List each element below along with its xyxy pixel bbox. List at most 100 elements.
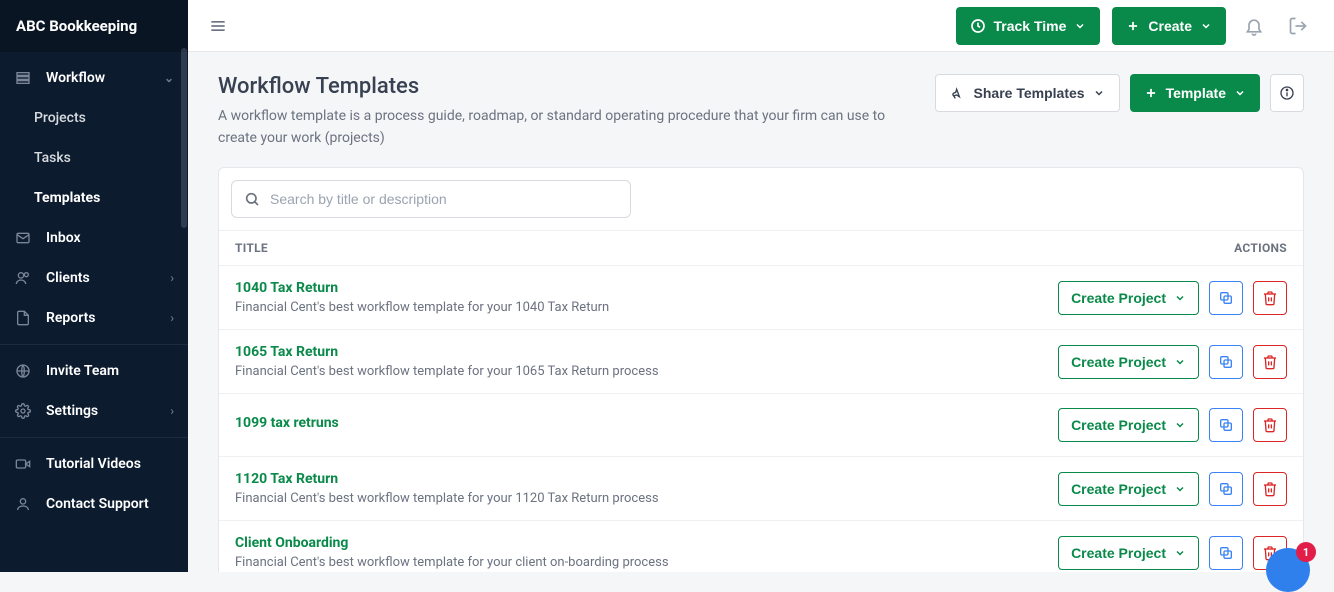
sidebar-item-projects[interactable]: Projects xyxy=(0,98,188,138)
template-description: Financial Cent's best workflow template … xyxy=(235,491,1058,506)
sidebar-label: Contact Support xyxy=(46,496,149,512)
button-label: Create Project xyxy=(1071,545,1166,561)
workflow-icon xyxy=(14,69,32,87)
delete-button[interactable] xyxy=(1253,345,1287,379)
template-button[interactable]: Template xyxy=(1130,74,1260,112)
template-description: Financial Cent's best workflow template … xyxy=(235,300,1058,315)
sidebar-item-workflow[interactable]: Workflow ⌄ xyxy=(0,58,188,98)
trash-icon xyxy=(1262,290,1278,306)
table-row: 1040 Tax Return Financial Cent's best wo… xyxy=(219,266,1303,330)
sidebar-item-templates[interactable]: Templates xyxy=(0,178,188,218)
button-label: Track Time xyxy=(994,18,1067,34)
delete-button[interactable] xyxy=(1253,472,1287,506)
chevron-down-icon xyxy=(1174,483,1186,495)
sidebar-item-clients[interactable]: Clients › xyxy=(0,258,188,298)
sidebar-label: Templates xyxy=(34,190,100,206)
sidebar-label: Tasks xyxy=(34,150,71,166)
page-description: A workflow template is a process guide, … xyxy=(218,105,915,149)
button-label: Create Project xyxy=(1071,290,1166,306)
page-title: Workflow Templates xyxy=(218,74,915,99)
sidebar-scrollbar[interactable] xyxy=(178,0,188,572)
template-description: Financial Cent's best workflow template … xyxy=(235,555,1058,570)
sidebar-label: Invite Team xyxy=(46,363,119,379)
copy-icon xyxy=(1218,545,1234,561)
chevron-right-icon: › xyxy=(170,271,174,285)
chevron-down-icon xyxy=(1234,87,1246,99)
template-title[interactable]: Client Onboarding xyxy=(235,535,1058,551)
button-label: Create Project xyxy=(1071,354,1166,370)
sidebar-label: Clients xyxy=(46,270,90,286)
template-title[interactable]: 1040 Tax Return xyxy=(235,280,1058,296)
button-label: Create Project xyxy=(1071,417,1166,433)
chevron-down-icon xyxy=(1200,20,1212,32)
sidebar-item-reports[interactable]: Reports › xyxy=(0,298,188,338)
column-actions-header: ACTIONS xyxy=(1047,241,1287,255)
chevron-down-icon xyxy=(1174,547,1186,559)
sidebar-item-tasks[interactable]: Tasks xyxy=(0,138,188,178)
create-project-button[interactable]: Create Project xyxy=(1058,408,1199,442)
globe-icon xyxy=(14,362,32,380)
create-project-button[interactable]: Create Project xyxy=(1058,472,1199,506)
copy-button[interactable] xyxy=(1209,472,1243,506)
info-button[interactable] xyxy=(1270,74,1304,112)
search-icon xyxy=(244,191,260,207)
table-row: 1099 tax retruns Create Project xyxy=(219,394,1303,457)
copy-button[interactable] xyxy=(1209,345,1243,379)
template-description: Financial Cent's best workflow template … xyxy=(235,364,1058,379)
sidebar-label: Settings xyxy=(46,403,98,419)
chevron-down-icon xyxy=(1174,419,1186,431)
template-title[interactable]: 1120 Tax Return xyxy=(235,471,1058,487)
copy-icon xyxy=(1218,354,1234,370)
notification-count: 1 xyxy=(1296,542,1316,562)
support-icon xyxy=(14,495,32,513)
search-box[interactable] xyxy=(231,180,631,218)
create-project-button[interactable]: Create Project xyxy=(1058,281,1199,315)
delete-button[interactable] xyxy=(1253,281,1287,315)
chevron-down-icon xyxy=(1174,356,1186,368)
share-templates-button[interactable]: Share Templates xyxy=(935,74,1120,112)
copy-icon xyxy=(1218,290,1234,306)
templates-panel: TITLE ACTIONS 1040 Tax Return Financial … xyxy=(218,167,1304,572)
sidebar-label: Projects xyxy=(34,110,86,126)
chevron-down-icon: ⌄ xyxy=(164,71,174,85)
copy-icon xyxy=(1218,417,1234,433)
gear-icon xyxy=(14,402,32,420)
sidebar-item-settings[interactable]: Settings › xyxy=(0,391,188,431)
plus-icon xyxy=(1126,19,1140,33)
chevron-down-icon xyxy=(1074,20,1086,32)
template-title[interactable]: 1099 tax retruns xyxy=(235,415,1058,431)
chevron-right-icon: › xyxy=(170,404,174,418)
sidebar-item-invite[interactable]: Invite Team xyxy=(0,351,188,391)
copy-button[interactable] xyxy=(1209,536,1243,570)
chevron-right-icon: › xyxy=(170,311,174,325)
logout-icon[interactable] xyxy=(1282,10,1314,42)
sidebar-label: Reports xyxy=(46,310,96,326)
track-time-button[interactable]: Track Time xyxy=(956,7,1101,45)
copy-button[interactable] xyxy=(1209,281,1243,315)
search-input[interactable] xyxy=(270,191,618,207)
chevron-down-icon xyxy=(1093,87,1105,99)
clients-icon xyxy=(14,269,32,287)
sidebar-item-support[interactable]: Contact Support xyxy=(0,484,188,524)
column-title-header: TITLE xyxy=(235,241,1047,255)
plus-icon xyxy=(1144,86,1158,100)
create-project-button[interactable]: Create Project xyxy=(1058,536,1199,570)
sidebar-item-inbox[interactable]: Inbox xyxy=(0,218,188,258)
sidebar-item-tutorial[interactable]: Tutorial Videos xyxy=(0,444,188,484)
menu-toggle-icon[interactable] xyxy=(208,16,228,36)
copy-button[interactable] xyxy=(1209,408,1243,442)
table-row: Client Onboarding Financial Cent's best … xyxy=(219,521,1303,572)
bell-icon[interactable] xyxy=(1238,10,1270,42)
sidebar-label: Workflow xyxy=(46,70,105,86)
button-label: Create Project xyxy=(1071,481,1166,497)
chevron-down-icon xyxy=(1174,292,1186,304)
create-project-button[interactable]: Create Project xyxy=(1058,345,1199,379)
copy-icon xyxy=(1218,481,1234,497)
delete-button[interactable] xyxy=(1253,408,1287,442)
sidebar-label: Inbox xyxy=(46,230,81,246)
table-row: 1120 Tax Return Financial Cent's best wo… xyxy=(219,457,1303,521)
reports-icon xyxy=(14,309,32,327)
template-title[interactable]: 1065 Tax Return xyxy=(235,344,1058,360)
create-button[interactable]: Create xyxy=(1112,7,1226,45)
chat-widget[interactable]: 1 xyxy=(1266,542,1316,572)
